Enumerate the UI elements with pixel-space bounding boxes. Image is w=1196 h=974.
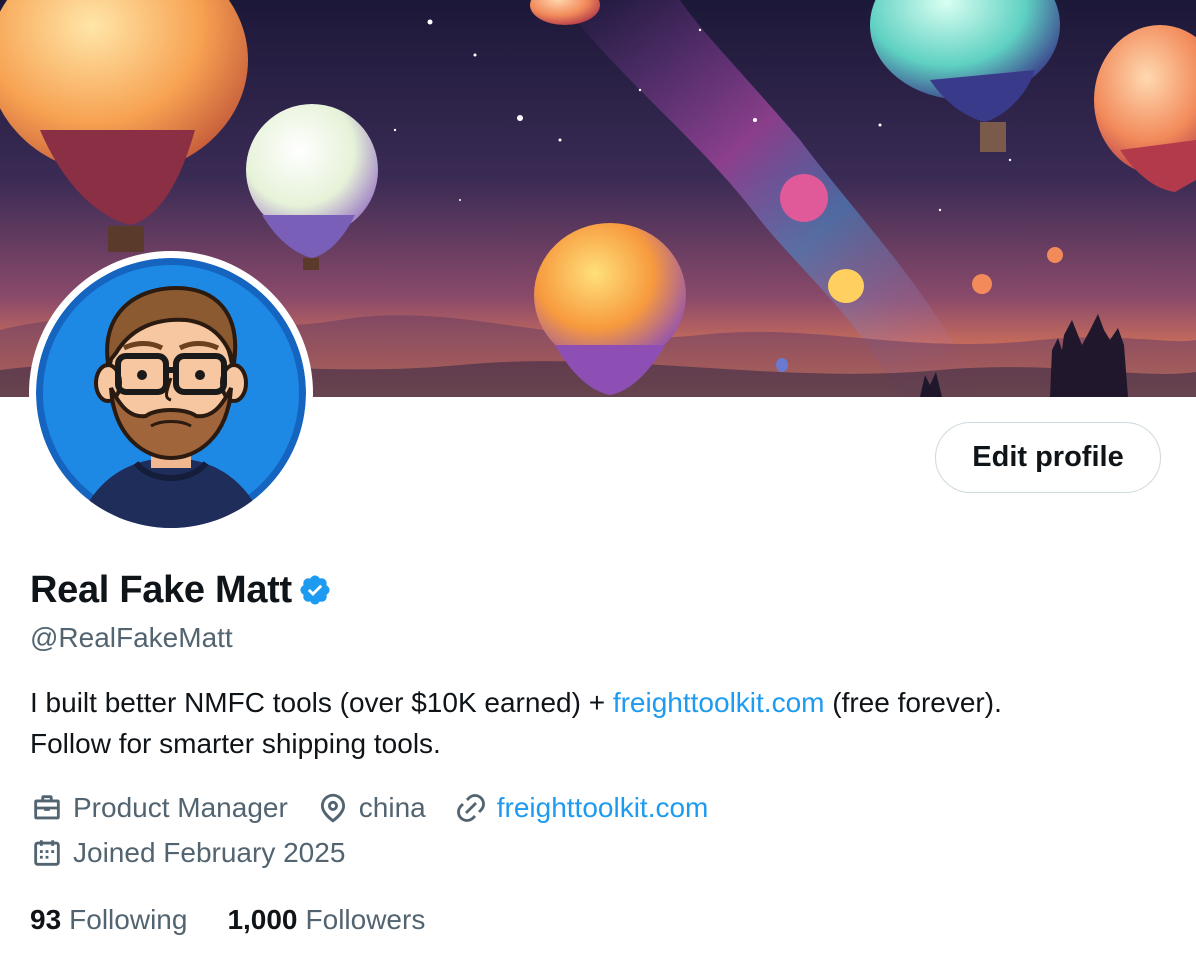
profile-stats: 93 Following 1,000 Followers xyxy=(30,900,465,940)
job-label: Product Manager xyxy=(73,792,288,823)
joined-label: Joined February 2025 xyxy=(73,837,346,868)
followers-count: 1,000 xyxy=(227,904,298,935)
profile-bio: I built better NMFC tools (over $10K ear… xyxy=(30,682,1170,764)
profile-handle: @RealFakeMatt xyxy=(30,622,233,653)
avatar-image xyxy=(36,258,306,528)
calendar-icon xyxy=(34,840,60,866)
following-label: Following xyxy=(69,904,188,935)
profile-location: china xyxy=(316,791,426,825)
profile-name-row: Real Fake Matt xyxy=(30,566,332,614)
bio-text-suffix: (free forever). xyxy=(824,687,1002,718)
followers-label: Followers xyxy=(305,904,426,935)
profile-avatar[interactable] xyxy=(29,251,313,535)
link-icon xyxy=(456,794,485,822)
location-pin-icon xyxy=(320,793,345,823)
verified-badge-icon[interactable] xyxy=(298,573,332,607)
bio-line-2: Follow for smarter shipping tools. xyxy=(30,728,441,759)
bio-line-1: I built better NMFC tools (over $10K ear… xyxy=(30,682,1170,723)
profile-job: Product Manager xyxy=(30,791,288,825)
display-name: Real Fake Matt xyxy=(30,568,292,611)
following-count: 93 xyxy=(30,904,62,935)
profile-joined: Joined February 2025 xyxy=(30,836,345,870)
profile-website[interactable]: freighttoolkit.com xyxy=(454,791,709,825)
profile-joined-row: Joined February 2025 xyxy=(30,833,373,873)
followers-link[interactable]: 1,000 Followers xyxy=(227,904,425,936)
following-link[interactable]: 93 Following xyxy=(30,904,187,936)
bio-link[interactable]: freighttoolkit.com xyxy=(613,687,825,718)
location-label: china xyxy=(358,792,426,823)
website-link[interactable]: freighttoolkit.com xyxy=(497,792,709,824)
profile-meta-row: Product Manager china freighttoolkit.com xyxy=(30,788,736,828)
bio-text-prefix: I built better NMFC tools (over $10K ear… xyxy=(30,687,613,718)
edit-profile-button[interactable]: Edit profile xyxy=(935,422,1161,493)
briefcase-icon xyxy=(34,795,60,820)
